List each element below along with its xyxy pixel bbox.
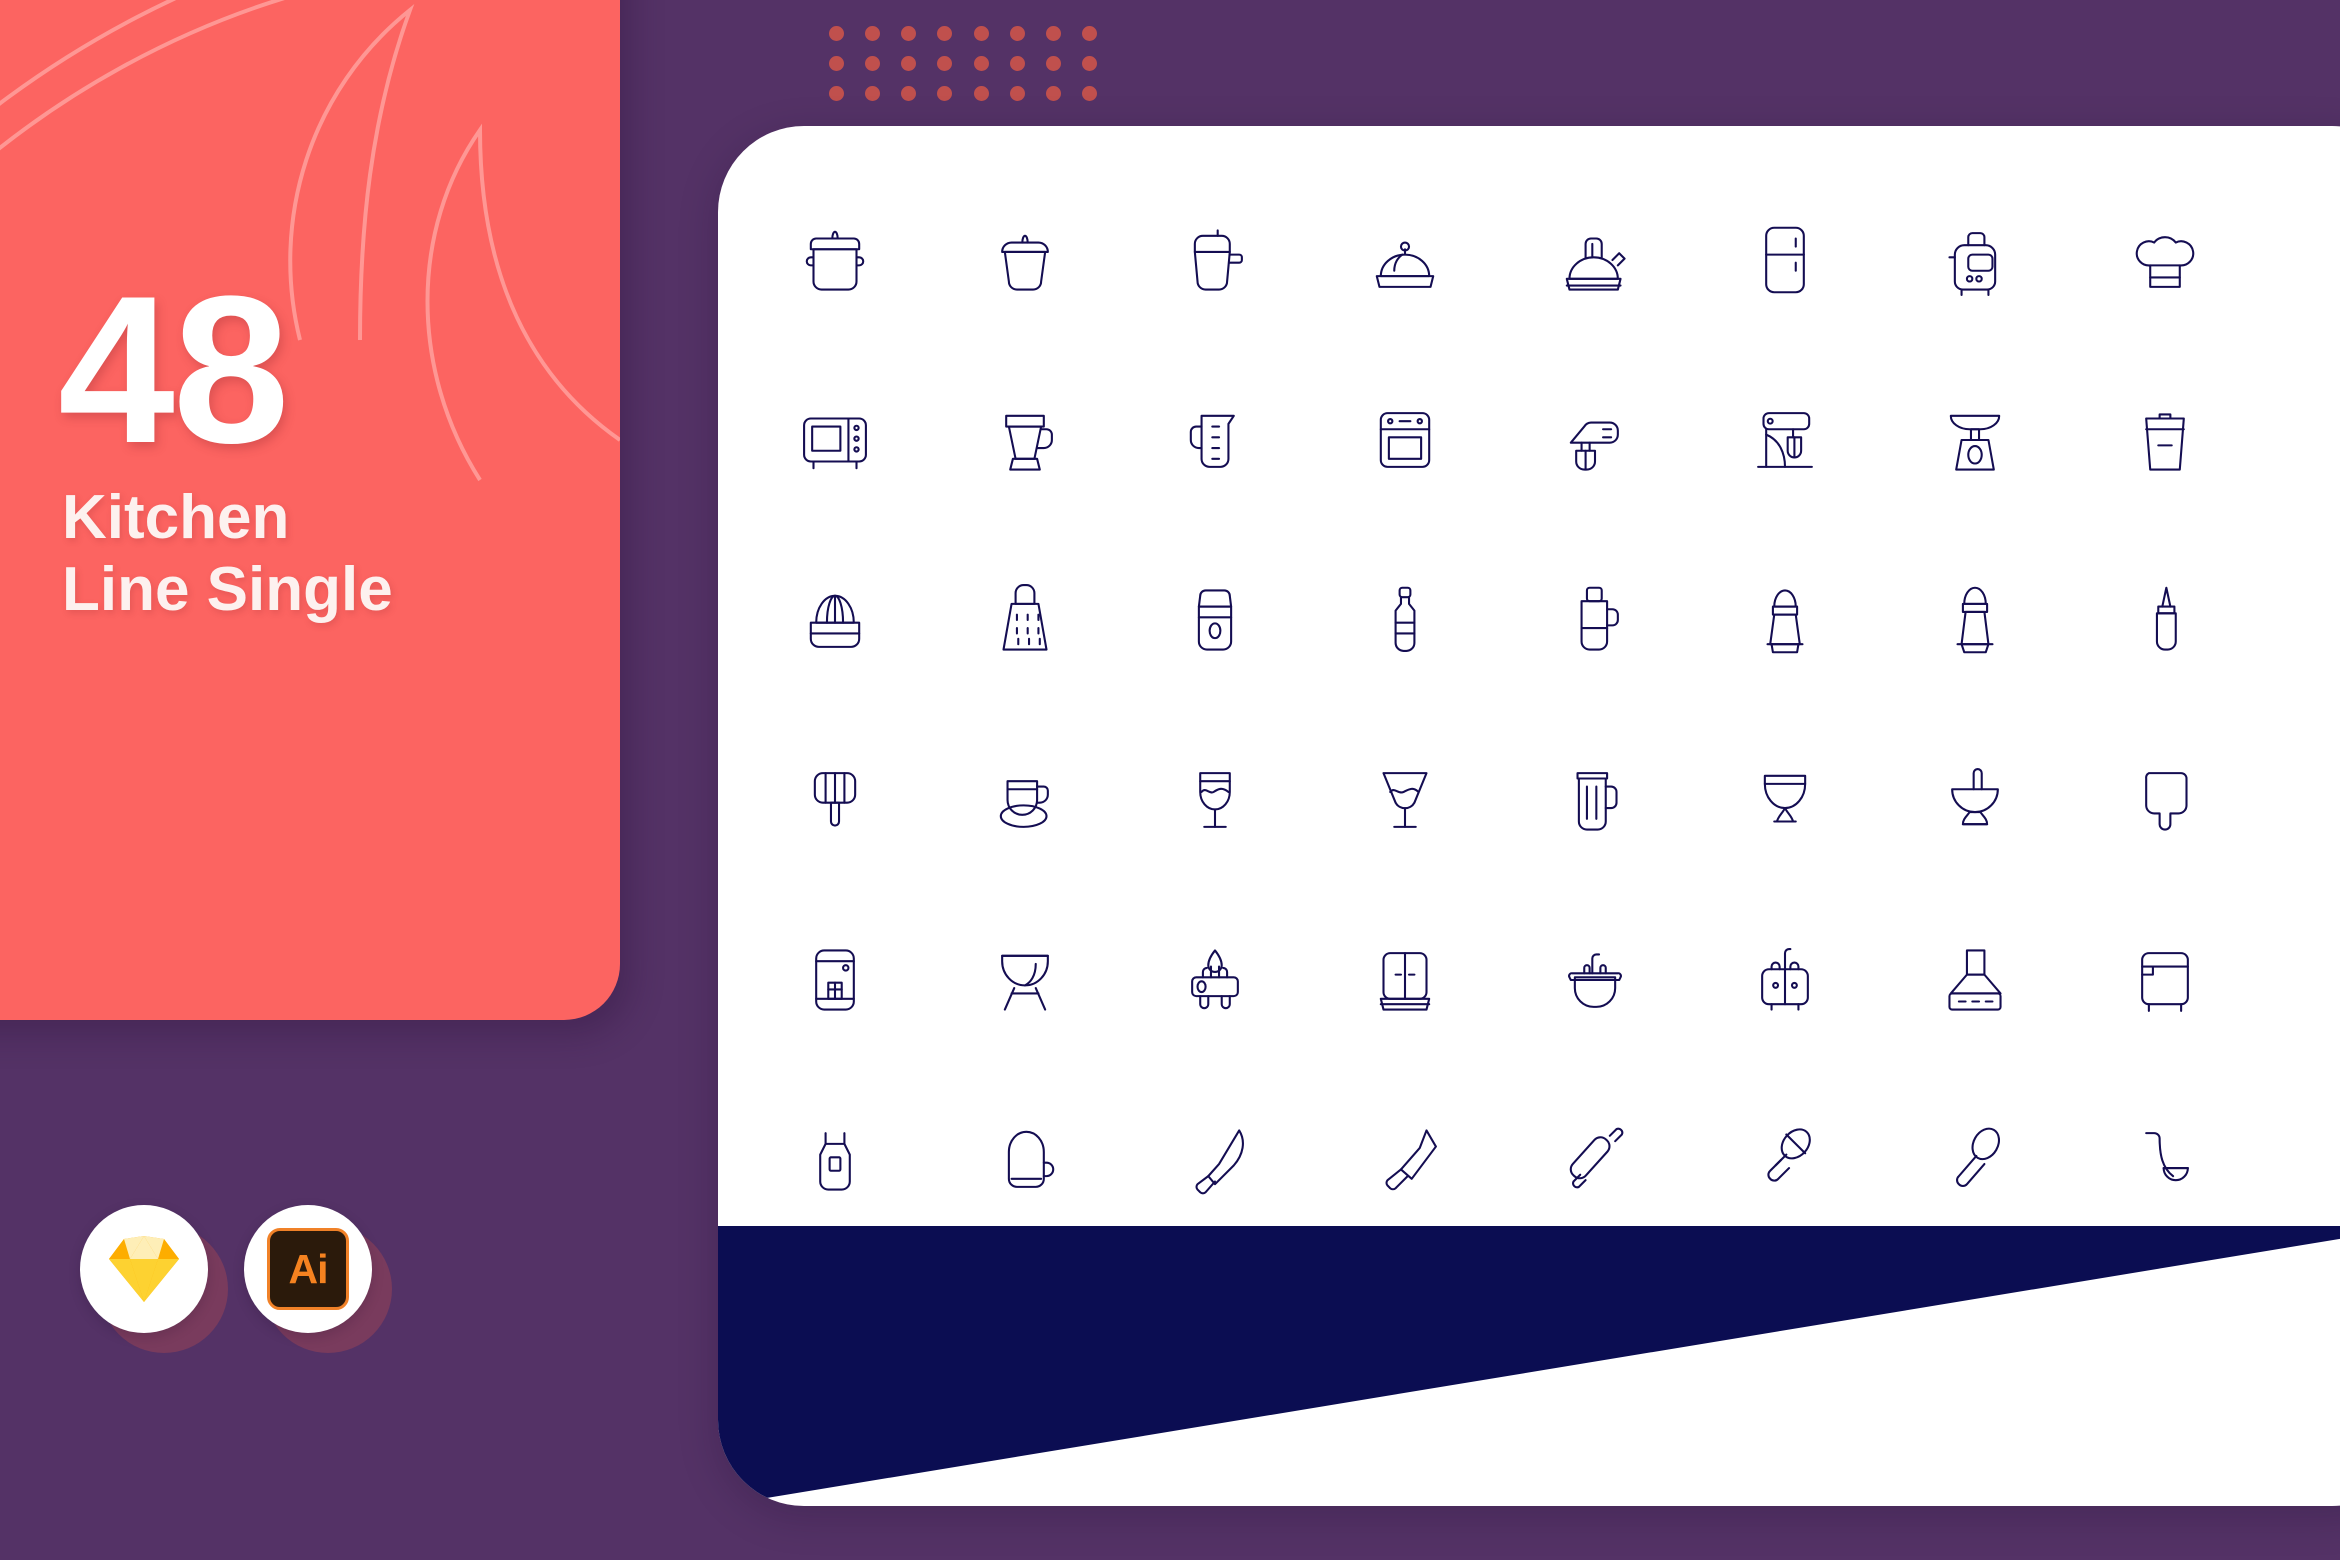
illustrator-logo-label: Ai <box>267 1228 349 1310</box>
icon-spoon[interactable] <box>1880 1070 2070 1250</box>
icon-kitchen-scale[interactable] <box>1880 350 2070 530</box>
icon-wine-glass[interactable] <box>1120 710 1310 890</box>
icon-spatula-turner[interactable] <box>740 710 930 890</box>
icon-martini-glass[interactable] <box>1310 710 1500 890</box>
icon-grid <box>740 170 2340 1250</box>
icon-sauce-bottle[interactable] <box>1310 530 1500 710</box>
badge-illustrator[interactable]: Ai <box>244 1205 392 1353</box>
icon-cooking-pot[interactable] <box>740 170 930 350</box>
icon-kitchen-sink[interactable] <box>1500 890 1690 1070</box>
icon-chef-knife[interactable] <box>1120 1070 1310 1250</box>
badge-sketch[interactable] <box>80 1205 228 1353</box>
icon-kitchen-cabinet[interactable] <box>1310 890 1500 1070</box>
icon-hand-mixer[interactable] <box>1500 350 1690 530</box>
poster-canvas: 48 Kitchen Line Single Ai <box>0 0 2340 1560</box>
icon-beer-mug[interactable] <box>1500 710 1690 890</box>
icon-bbq-grill[interactable] <box>930 890 1120 1070</box>
icon-cutting-board[interactable] <box>2070 710 2260 890</box>
icon-chef-hat[interactable] <box>2070 170 2260 350</box>
icon-goblet[interactable] <box>1690 710 1880 890</box>
pack-title-line-2: Line Single <box>62 554 393 624</box>
icon-dishwasher[interactable] <box>740 890 930 1070</box>
icon-blender[interactable] <box>930 350 1120 530</box>
icon-thermos-flask[interactable] <box>1500 530 1690 710</box>
icon-pastry-brush[interactable] <box>1690 1070 1880 1250</box>
icon-mortar-pestle[interactable] <box>1880 710 2070 890</box>
icon-apron[interactable] <box>740 1070 930 1250</box>
icon-citrus-juicer[interactable] <box>740 530 930 710</box>
icon-pot-with-lid[interactable] <box>930 170 1120 350</box>
icon-teacup-saucer[interactable] <box>930 710 1120 890</box>
icon-double-sink[interactable] <box>1690 890 1880 1070</box>
icon-rolling-pin[interactable] <box>1500 1070 1690 1250</box>
icon-microwave[interactable] <box>740 350 930 530</box>
icon-squeeze-bottle[interactable] <box>2070 530 2260 710</box>
pack-title-line-1: Kitchen <box>62 483 290 552</box>
folded-corner-decoration <box>718 1226 2340 1506</box>
dot-pattern-decoration <box>818 18 1108 108</box>
icon-pepper-shaker[interactable] <box>1880 530 2070 710</box>
icon-toaster[interactable] <box>1880 170 2070 350</box>
icon-ladle[interactable] <box>2070 1070 2260 1250</box>
icon-cleaver[interactable] <box>1310 1070 1500 1250</box>
icon-salt-shaker[interactable] <box>1690 530 1880 710</box>
icon-cloche-food-cover[interactable] <box>1310 170 1500 350</box>
icon-stand-mixer[interactable] <box>1690 350 1880 530</box>
icon-cheese-grater[interactable] <box>930 530 1120 710</box>
icon-range-hood[interactable] <box>1880 890 2070 1070</box>
pack-title: Kitchen Line Single <box>62 482 482 626</box>
icon-chest-freezer[interactable] <box>2070 890 2260 1070</box>
icon-storage-jar[interactable] <box>1120 530 1310 710</box>
icon-refrigerator[interactable] <box>1690 170 1880 350</box>
icon-kettle[interactable] <box>1500 170 1690 350</box>
icon-saucepan[interactable] <box>1120 170 1310 350</box>
icon-oven-mitt[interactable] <box>930 1070 1120 1250</box>
format-badges: Ai <box>80 1205 392 1353</box>
badge-sketch-circle[interactable] <box>80 1205 208 1333</box>
icon-trash-bin[interactable] <box>2070 350 2260 530</box>
icon-measuring-cup[interactable] <box>1120 350 1310 530</box>
sketch-diamond-icon <box>109 1236 179 1302</box>
icon-gas-burner[interactable] <box>1120 890 1310 1070</box>
icon-oven[interactable] <box>1310 350 1500 530</box>
icon-count: 48 <box>58 252 290 487</box>
badge-illustrator-circle[interactable]: Ai <box>244 1205 372 1333</box>
